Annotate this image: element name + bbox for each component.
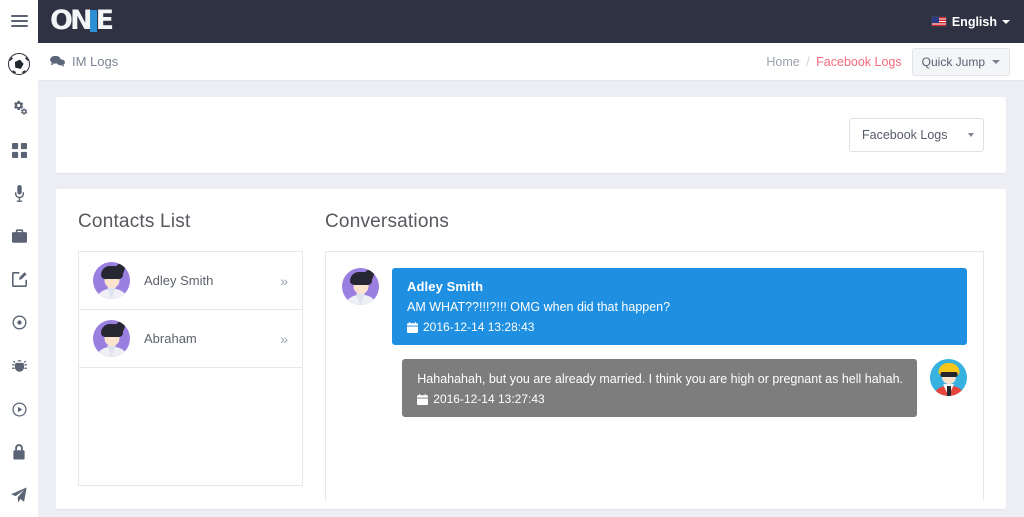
sidebar-item-recordings[interactable]	[0, 172, 38, 215]
message-bubble: Adley Smith AM WHAT??!!!?!!! OMG when di…	[392, 268, 967, 345]
page-title: IM Logs	[50, 54, 118, 69]
message-timestamp: 2016-12-14 13:27:43	[417, 392, 903, 406]
logs-panel: Contacts List Adley Smith » Abraham »	[56, 189, 1006, 509]
logo-letter-o: O	[50, 7, 72, 34]
us-flag-icon	[931, 16, 947, 27]
log-type-select[interactable]: Facebook Logs	[849, 118, 984, 152]
icon-rail-sidebar	[0, 0, 38, 517]
briefcase-icon	[12, 229, 27, 244]
quick-jump-button[interactable]: Quick Jump	[912, 48, 1010, 76]
logo-text: ONE	[50, 7, 113, 34]
message-time-value: 2016-12-14 13:27:43	[433, 392, 544, 406]
message-bubble: Hahahahah, but you are already married. …	[402, 359, 917, 417]
grid-icon	[12, 143, 27, 158]
paper-plane-icon	[11, 487, 27, 503]
filter-panel: Facebook Logs	[56, 97, 1006, 173]
main-content: Facebook Logs Contacts List Adley Smith …	[38, 81, 1024, 517]
lock-icon	[12, 444, 26, 460]
language-selector[interactable]: English	[931, 15, 1010, 29]
hamburger-menu-icon	[11, 12, 28, 30]
contacts-list-empty-area	[78, 368, 303, 486]
top-header-bar: ONE English	[38, 0, 1024, 43]
contacts-column: Contacts List Adley Smith » Abraham »	[78, 211, 303, 509]
app-logo[interactable]: ONE	[50, 0, 113, 43]
avatar	[930, 359, 967, 396]
avatar	[342, 268, 379, 305]
breadcrumb-current[interactable]: Facebook Logs	[816, 55, 901, 69]
chevron-down-icon	[968, 133, 974, 137]
contact-list-item[interactable]: Adley Smith »	[79, 252, 302, 310]
contact-name: Adley Smith	[144, 273, 266, 288]
chevron-right-icon[interactable]: »	[280, 273, 288, 289]
avatar	[93, 320, 130, 357]
logo-letter-n: N	[70, 7, 92, 34]
sidebar-item-sports[interactable]	[0, 43, 38, 86]
message-row-incoming: Adley Smith AM WHAT??!!!?!!! OMG when di…	[342, 268, 967, 345]
soccer-ball-icon	[8, 53, 30, 75]
cogs-icon	[11, 99, 28, 116]
logo-letter-e: E	[96, 7, 113, 34]
chevron-down-icon	[1002, 20, 1010, 24]
sidebar-item-bug[interactable]	[0, 345, 38, 388]
sidebar-item-dashboard[interactable]	[0, 129, 38, 172]
sidebar-item-notes[interactable]	[0, 258, 38, 301]
microphone-icon	[13, 185, 26, 202]
calendar-icon	[407, 322, 418, 333]
page-title-label: IM Logs	[72, 54, 118, 69]
message-timestamp: 2016-12-14 13:28:43	[407, 320, 953, 334]
breadcrumb-separator: /	[806, 55, 809, 69]
message-row-outgoing: Hahahahah, but you are already married. …	[342, 359, 967, 417]
contact-list-item[interactable]: Abraham »	[79, 310, 302, 367]
bug-icon	[12, 359, 27, 374]
sidebar-item-location[interactable]	[0, 301, 38, 344]
sidebar-item-settings[interactable]	[0, 86, 38, 129]
calendar-icon	[417, 394, 428, 405]
sidebar-item-messages[interactable]	[0, 474, 38, 517]
chevron-right-icon[interactable]: »	[280, 331, 288, 347]
contact-name: Abraham	[144, 331, 266, 346]
language-label: English	[952, 15, 997, 29]
conversations-title: Conversations	[325, 211, 984, 233]
quick-jump-label: Quick Jump	[922, 55, 985, 69]
breadcrumb-area: Home / Facebook Logs Quick Jump	[766, 48, 1010, 76]
conversations-column: Conversations Adley Smith AM WHAT??!!!?!…	[325, 211, 984, 509]
breadcrumb: Home / Facebook Logs	[766, 55, 901, 69]
play-circle-icon	[12, 402, 27, 417]
avatar	[93, 262, 130, 299]
sub-header-bar: IM Logs Home / Facebook Logs Quick Jump	[38, 43, 1024, 81]
dot-circle-icon	[12, 315, 27, 330]
message-text: AM WHAT??!!!?!!! OMG when did that happe…	[407, 298, 953, 316]
contacts-list: Adley Smith » Abraham »	[78, 251, 303, 368]
pencil-square-icon	[12, 272, 27, 287]
conversation-thread: Adley Smith AM WHAT??!!!?!!! OMG when di…	[325, 251, 984, 501]
message-text: Hahahahah, but you are already married. …	[417, 370, 903, 388]
message-sender: Adley Smith	[407, 279, 953, 294]
sidebar-item-media[interactable]	[0, 388, 38, 431]
hamburger-menu-button[interactable]	[0, 0, 38, 43]
message-time-value: 2016-12-14 13:28:43	[423, 320, 534, 334]
contacts-list-title: Contacts List	[78, 211, 303, 233]
sidebar-item-work[interactable]	[0, 215, 38, 258]
chevron-down-icon	[992, 60, 1000, 64]
breadcrumb-home[interactable]: Home	[766, 55, 799, 69]
log-type-value: Facebook Logs	[862, 128, 947, 142]
comments-icon	[50, 55, 65, 68]
sidebar-item-security[interactable]	[0, 431, 38, 474]
